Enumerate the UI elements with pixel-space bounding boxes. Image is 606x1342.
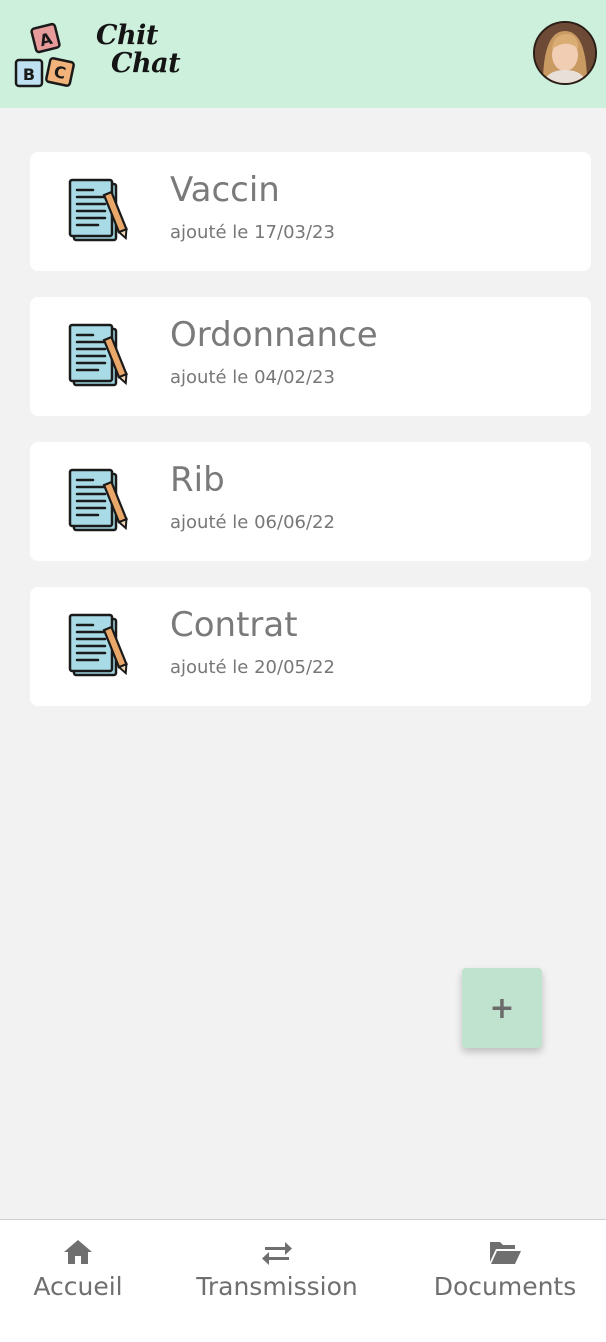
folder-open-icon — [490, 1242, 521, 1264]
document-title: Contrat — [170, 605, 298, 645]
documents-list: Vaccin ajouté le 17/03/23 Ordonnance ajo… — [30, 152, 591, 732]
document-pen-icon — [68, 323, 128, 387]
avatar[interactable] — [533, 21, 597, 85]
nav-item-accueil[interactable]: Accueil — [8, 1220, 148, 1342]
user-photo — [535, 23, 595, 83]
nav-label: Accueil — [33, 1272, 123, 1301]
add-document-button[interactable]: + — [462, 968, 542, 1048]
document-title: Rib — [170, 460, 225, 500]
svg-text:B: B — [23, 65, 35, 84]
document-pen-icon — [68, 178, 128, 242]
document-date: ajouté le 17/03/23 — [170, 222, 335, 243]
document-card[interactable]: Ordonnance ajouté le 04/02/23 — [30, 297, 591, 416]
document-pen-icon — [68, 468, 128, 532]
abc-blocks-logo-icon: A B C — [14, 22, 75, 88]
document-card[interactable]: Vaccin ajouté le 17/03/23 — [30, 152, 591, 271]
nav-item-transmission[interactable]: Transmission — [182, 1220, 372, 1342]
document-card[interactable]: Rib ajouté le 06/06/22 — [30, 442, 591, 561]
app-name-line2: Chat — [111, 48, 181, 79]
document-title: Ordonnance — [170, 315, 378, 355]
bottom-navigation: Accueil Transmission Documents — [0, 1219, 606, 1342]
app-logo-text: Chit Chat — [96, 22, 186, 78]
nav-item-documents[interactable]: Documents — [420, 1220, 590, 1342]
transfer-arrows-icon — [262, 1242, 292, 1265]
document-card[interactable]: Contrat ajouté le 20/05/22 — [30, 587, 591, 706]
nav-label: Documents — [433, 1272, 577, 1301]
plus-icon: + — [489, 990, 515, 1026]
app-header: A B C Chit Chat — [0, 0, 606, 108]
home-icon — [64, 1240, 92, 1264]
document-pen-icon — [68, 613, 128, 677]
document-date: ajouté le 04/02/23 — [170, 367, 335, 388]
document-date: ajouté le 20/05/22 — [170, 657, 335, 678]
nav-label: Transmission — [196, 1272, 358, 1301]
app-name-line1: Chit — [96, 20, 158, 51]
document-title: Vaccin — [170, 170, 280, 210]
document-date: ajouté le 06/06/22 — [170, 512, 335, 533]
